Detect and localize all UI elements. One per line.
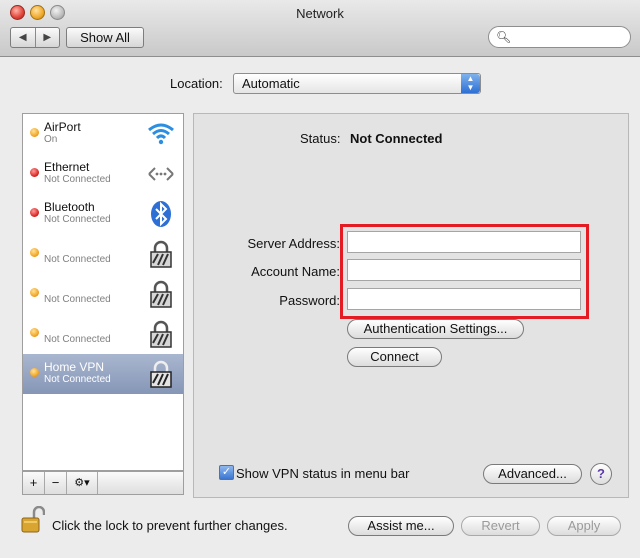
window-title: Network: [296, 6, 344, 21]
service-status: Not Connected: [44, 254, 111, 265]
service-status: Not Connected: [44, 374, 111, 385]
service-item-vpn-3[interactable]: Not Connected: [23, 314, 183, 354]
service-item-ethernet[interactable]: Ethernet Not Connected: [23, 154, 183, 194]
ethernet-icon: [148, 167, 174, 181]
popup-arrows-icon: ▲ ▼: [461, 74, 480, 93]
status-value: Not Connected: [350, 131, 443, 146]
service-status: On: [44, 134, 58, 145]
status-dot-icon: [30, 328, 39, 337]
back-button[interactable]: ◀: [11, 28, 36, 47]
add-service-button[interactable]: +: [23, 472, 45, 494]
service-item-home-vpn[interactable]: Home VPN Not Connected: [23, 354, 183, 394]
forward-button[interactable]: ▶: [36, 28, 60, 47]
advanced-button[interactable]: Advanced...: [483, 464, 582, 484]
location-value: Automatic: [242, 76, 300, 91]
vpn-lock-icon: [150, 280, 172, 308]
service-status: Not Connected: [44, 334, 111, 345]
service-name: AirPort: [44, 120, 81, 134]
vpn-lock-icon: [150, 360, 172, 388]
status-dot-icon: [30, 168, 39, 177]
revert-button[interactable]: Revert: [461, 516, 540, 536]
service-name: Bluetooth: [44, 200, 95, 214]
account-name-label: Account Name:: [251, 264, 340, 279]
show-all-button[interactable]: Show All: [66, 27, 144, 48]
service-name: Ethernet: [44, 160, 90, 174]
lock-icon[interactable]: [21, 506, 45, 534]
password-label: Password:: [279, 293, 340, 308]
connect-button[interactable]: Connect: [347, 347, 442, 367]
service-status: Not Connected: [44, 174, 111, 185]
status-dot-icon: [30, 128, 39, 137]
show-vpn-status-checkbox[interactable]: ✓: [219, 465, 234, 480]
status-dot-icon: [30, 248, 39, 257]
assist-me-button[interactable]: Assist me...: [348, 516, 454, 536]
wifi-icon: [148, 123, 174, 145]
service-item-vpn-1[interactable]: Not Connected: [23, 234, 183, 274]
service-list: AirPort On Ethernet Not Connected Blueto…: [22, 113, 184, 471]
search-icon: 🔍︎: [496, 30, 512, 44]
bluetooth-icon: [151, 201, 171, 227]
lock-message: Click the lock to prevent further change…: [52, 518, 288, 533]
server-address-label: Server Address:: [247, 236, 341, 251]
search-field[interactable]: 🔍︎: [488, 26, 631, 48]
service-status: Not Connected: [44, 294, 111, 305]
help-button[interactable]: ?: [590, 463, 612, 485]
apply-button[interactable]: Apply: [547, 516, 621, 536]
status-dot-icon: [30, 208, 39, 217]
service-item-vpn-2[interactable]: Not Connected: [23, 274, 183, 314]
show-vpn-status-label: Show VPN status in menu bar: [236, 466, 410, 481]
status-dot-icon: [30, 368, 39, 377]
vpn-lock-icon: [150, 240, 172, 268]
service-name: Home VPN: [44, 360, 105, 374]
service-status: Not Connected: [44, 214, 111, 225]
network-preferences-window: Network ◀ ▶ Show All 🔍︎ Location: Automa…: [0, 0, 640, 558]
service-item-airport[interactable]: AirPort On: [23, 114, 183, 154]
title-bar: Network ◀ ▶ Show All 🔍︎: [0, 0, 640, 57]
service-list-toolbar: + − ⚙▾: [22, 471, 184, 495]
authentication-settings-button[interactable]: Authentication Settings...: [347, 319, 524, 339]
status-dot-icon: [30, 288, 39, 297]
back-forward-control: ◀ ▶: [10, 27, 60, 48]
location-popup[interactable]: Automatic ▲ ▼: [233, 73, 481, 94]
highlight-box: [340, 224, 589, 319]
status-label: Status:: [300, 131, 341, 146]
service-item-bluetooth[interactable]: Bluetooth Not Connected: [23, 194, 183, 234]
service-action-menu[interactable]: ⚙▾: [67, 472, 98, 494]
remove-service-button[interactable]: −: [45, 472, 67, 494]
location-label: Location:: [170, 76, 223, 91]
vpn-lock-icon: [150, 320, 172, 348]
